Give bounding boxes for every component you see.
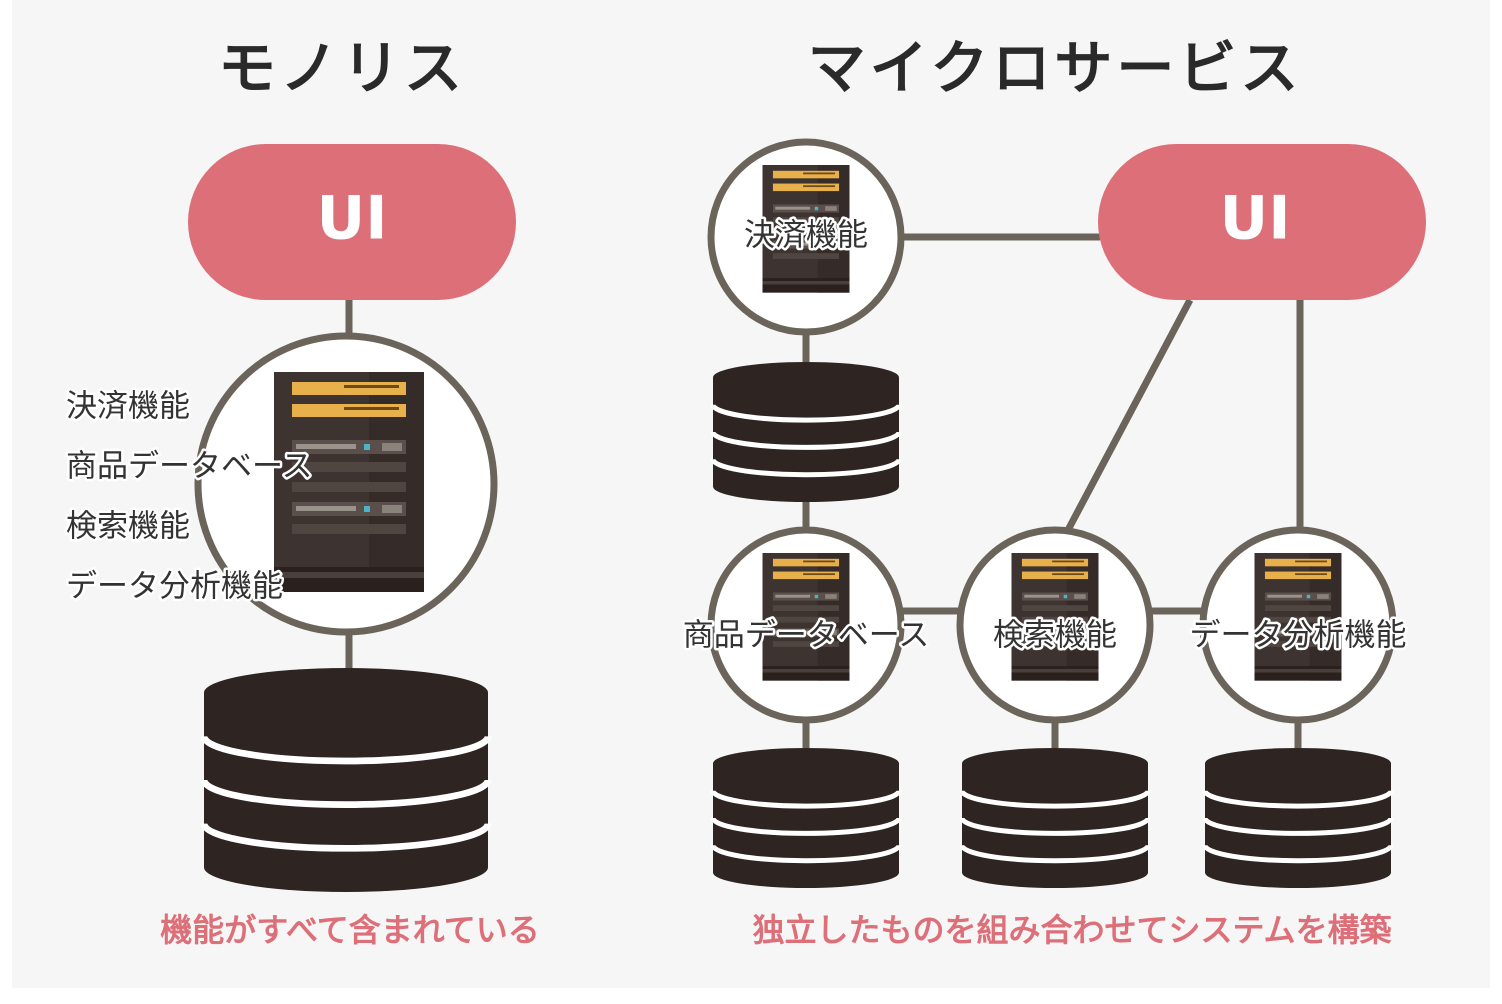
monolith-caption: 機能がすべて含まれている	[160, 911, 540, 949]
diagram-canvas: モノリス UI 決済機能 商品データベース 検索機能 データ分析機能 機能がすべて含まれてい…	[0, 0, 1502, 1000]
service-database-icon-search	[959, 748, 1151, 888]
monolith-feature-label: 検索機能	[66, 509, 190, 545]
service-label-product-database: 商品データベース	[683, 618, 929, 654]
monolith-feature-label: 決済機能	[66, 389, 190, 425]
service-label-data-analytics: データ分析機能	[1190, 618, 1407, 654]
service-database-icon-data-analytics	[1202, 748, 1394, 888]
service-database-icon-product-database	[710, 748, 902, 888]
microservices-caption: 独立したものを組み合わせてシステムを構築	[752, 911, 1392, 949]
monolith-title: モノリス	[218, 34, 466, 102]
microservices-ui-label: UI	[1219, 184, 1290, 254]
architecture-diagram: モノリスUI決済機能商品データベース検索機能データ分析機能機能がすべて含まれてい…	[12, 0, 1490, 988]
monolith-feature-label: 商品データベース	[66, 449, 312, 485]
service-label-payment: 決済機能	[744, 218, 868, 254]
service-label-search: 検索機能	[993, 618, 1117, 654]
monolith-feature-label: データ分析機能	[66, 569, 283, 605]
monolith-ui-label: UI	[316, 184, 387, 254]
monolith-database-icon	[200, 668, 492, 892]
service-database-icon-payment	[710, 362, 902, 502]
microservices-title: マイクロサービス	[808, 34, 1303, 102]
